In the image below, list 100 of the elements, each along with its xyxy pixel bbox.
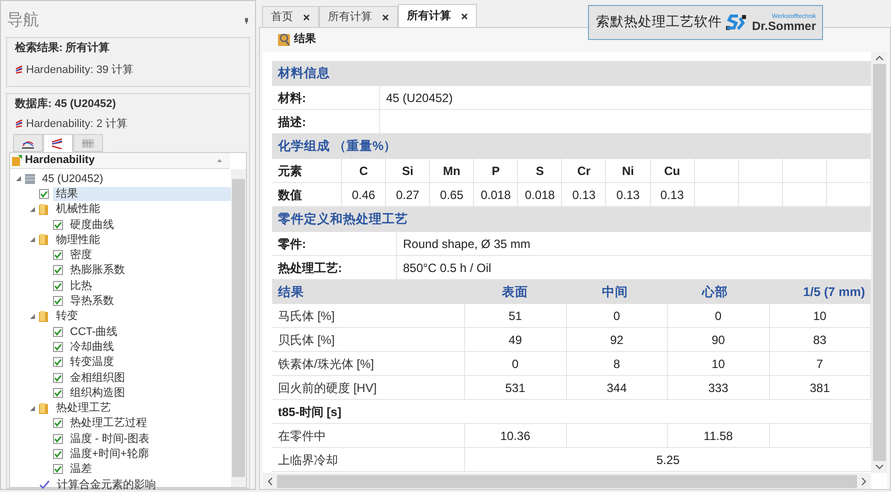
checkbox[interactable] — [53, 280, 63, 291]
document-tab[interactable]: 所有计算 — [319, 6, 398, 27]
column-header: S — [536, 162, 544, 180]
tree-item[interactable]: 热膨胀系数 — [67, 263, 128, 278]
row-label: 上临界冷却 — [278, 452, 338, 468]
expand-icon[interactable] — [30, 406, 35, 411]
scrollbar[interactable] — [231, 169, 246, 487]
checkbox[interactable] — [53, 250, 63, 260]
column-header: Mn — [443, 162, 460, 180]
scroll-left-icon[interactable] — [267, 476, 273, 486]
brand-mark-icon — [726, 14, 748, 32]
tree-item[interactable]: 物理性能 — [53, 232, 103, 247]
table-cell-text: 0.018 — [524, 186, 555, 204]
tree-item[interactable]: 组织构造图 — [67, 386, 128, 400]
tree-item[interactable]: 转变 — [53, 309, 81, 324]
field-label: 描述: — [278, 114, 306, 130]
scroll-up-icon[interactable] — [874, 55, 884, 61]
checkbox[interactable] — [53, 342, 63, 352]
tree-item[interactable]: 温差 — [67, 462, 95, 476]
tree-item[interactable]: 45 (U20452) — [39, 172, 106, 186]
table-cell-text: 333 — [708, 380, 728, 396]
calculation-count[interactable]: Hardenability: 39 计算 — [26, 62, 134, 78]
scroll-right-icon[interactable] — [861, 476, 867, 486]
table-cell-text: 10 — [813, 308, 826, 324]
tree-item[interactable]: 密度 — [67, 248, 95, 262]
checkbox[interactable] — [53, 388, 63, 398]
row-label: 数值 — [278, 186, 302, 204]
scrollbar[interactable] — [263, 473, 871, 489]
column-header: Ni — [622, 162, 634, 180]
tree-item[interactable]: CCT-曲线 — [67, 324, 121, 339]
close-icon[interactable] — [461, 12, 468, 20]
field-value: 45 (U20452) — [386, 90, 453, 106]
document-tab[interactable]: 首页 — [262, 6, 319, 27]
column-header: Cr — [577, 162, 591, 180]
row-label: 回火前的硬度 [HV] — [278, 380, 377, 396]
tree-item[interactable]: 热处理工艺 — [53, 401, 114, 416]
table-cell-text: 0.13 — [616, 186, 640, 204]
table-cell-text: 0.018 — [480, 186, 511, 204]
tree-item[interactable]: 冷却曲线 — [67, 340, 117, 354]
table-cell-text: 0 — [613, 308, 620, 324]
checkbox[interactable] — [53, 434, 63, 444]
checkbox[interactable] — [53, 265, 63, 276]
table-cell-text: 90 — [712, 332, 725, 348]
checkbox[interactable] — [53, 418, 63, 428]
checkbox[interactable] — [39, 188, 49, 199]
folder-icon — [39, 234, 49, 246]
checkmark-icon — [39, 480, 50, 490]
checkbox[interactable] — [53, 296, 63, 306]
row-label: 马氏体 [%] — [278, 308, 335, 324]
tree-header[interactable]: Hardenability — [10, 153, 230, 169]
material-icon — [25, 174, 35, 184]
checkbox[interactable] — [53, 220, 63, 230]
hardenability-icon — [15, 65, 23, 74]
calculation-count[interactable]: Hardenability: 2 计算 — [26, 116, 128, 132]
table-cell-text: 0.27 — [396, 186, 420, 204]
tree-item[interactable]: 温度 - 时间-图表 — [67, 432, 152, 446]
table-cell-text: 7 — [816, 356, 824, 372]
table-cell-text: 49 — [508, 332, 522, 348]
view-tab[interactable] — [13, 134, 43, 152]
checkbox[interactable] — [53, 372, 63, 382]
checkbox[interactable] — [53, 448, 63, 459]
pin-icon[interactable] — [244, 18, 249, 24]
close-icon[interactable] — [303, 14, 310, 20]
tree-item[interactable]: 温度+时间+轮廓 — [67, 446, 152, 461]
scrollbar[interactable] — [871, 52, 887, 473]
tree-item[interactable]: 热处理工艺过程 — [67, 416, 150, 430]
tree-item[interactable]: 硬度曲线 — [67, 218, 117, 232]
field-value: Round shape, Ø 35 mm — [403, 236, 530, 252]
column-header: 中间 — [602, 284, 628, 299]
tree-item[interactable]: 结果 — [53, 186, 231, 201]
expand-icon[interactable] — [16, 176, 21, 182]
table-cell-text: 0.13 — [572, 186, 596, 204]
expand-icon[interactable] — [30, 206, 35, 212]
checkbox[interactable] — [53, 464, 63, 474]
tree-item[interactable]: 金相组织图 — [67, 370, 128, 384]
table-cell-text: 51 — [508, 308, 522, 324]
document-tab[interactable]: 所有计算 — [398, 4, 477, 27]
table-cell-text: 0.65 — [440, 186, 464, 204]
tree-item[interactable]: 转变温度 — [67, 355, 117, 370]
table-cell-text: 11.58 — [704, 428, 733, 444]
folder-icon — [39, 310, 49, 322]
row-label: t85-时间 [s] — [278, 404, 342, 420]
tree-item[interactable]: 计算合金元素的影响 — [54, 478, 159, 492]
close-icon[interactable] — [382, 14, 389, 20]
tree-item[interactable]: 机械性能 — [53, 202, 103, 216]
view-tab[interactable] — [43, 134, 73, 152]
group-title: 数据库: 45 (U20452) — [14, 96, 117, 112]
row-label: 在零件中 — [278, 428, 326, 444]
field-label: 零件: — [278, 236, 306, 252]
checkbox[interactable] — [53, 326, 63, 337]
expand-icon[interactable] — [30, 237, 35, 242]
column-header: 结果 — [278, 284, 304, 299]
table-cell-text: 5.25 — [656, 452, 680, 468]
table-cell-text: 0 — [714, 308, 722, 324]
tree-item[interactable]: 导热系数 — [67, 294, 117, 308]
column-header: C — [359, 162, 368, 180]
tree-item[interactable]: 比热 — [67, 278, 95, 293]
expand-icon[interactable] — [30, 314, 35, 319]
scroll-down-icon[interactable] — [874, 464, 884, 470]
checkbox[interactable] — [53, 357, 63, 368]
